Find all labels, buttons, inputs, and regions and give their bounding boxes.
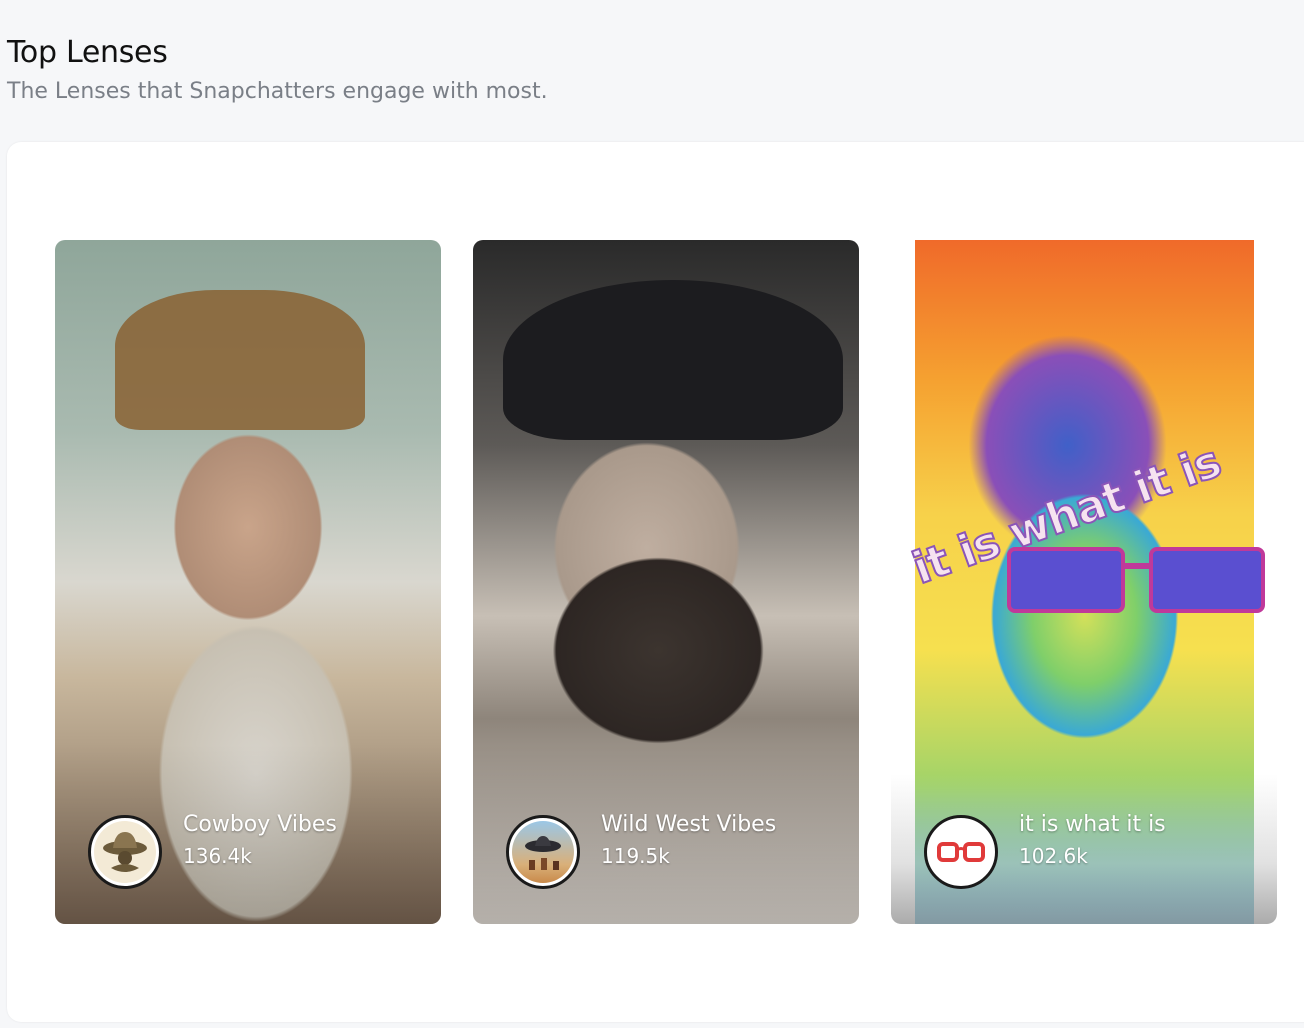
lens-avatar[interactable] <box>506 815 580 889</box>
glasses-icon <box>930 821 992 883</box>
lens-avatar[interactable] <box>88 815 162 889</box>
lens-view-count: 119.5k <box>601 844 670 868</box>
lens-name: Cowboy Vibes <box>183 812 337 837</box>
sunglasses-graphic <box>1007 547 1265 613</box>
lens-name: Wild West Vibes <box>601 812 777 837</box>
section-header: Top Lenses The Lenses that Snapchatters … <box>7 30 548 108</box>
page-subtitle: The Lenses that Snapchatters engage with… <box>7 79 548 104</box>
lens-view-count: 136.4k <box>183 844 252 868</box>
page-title: Top Lenses <box>7 35 168 70</box>
lens-card-wild-west-vibes[interactable]: Wild West Vibes 119.5k <box>473 240 859 924</box>
lens-avatar[interactable] <box>924 815 998 889</box>
lens-name: it is what it is <box>1019 812 1166 837</box>
lens-card-cowboy-vibes[interactable]: Cowboy Vibes 136.4k <box>55 240 441 924</box>
cowboy-hat-icon <box>94 821 156 883</box>
lens-card-it-is-what-it-is[interactable]: it is what it is it is what it is 102.6k <box>891 240 1277 924</box>
lens-view-count: 102.6k <box>1019 844 1088 868</box>
wild-west-scene-icon <box>512 821 574 883</box>
